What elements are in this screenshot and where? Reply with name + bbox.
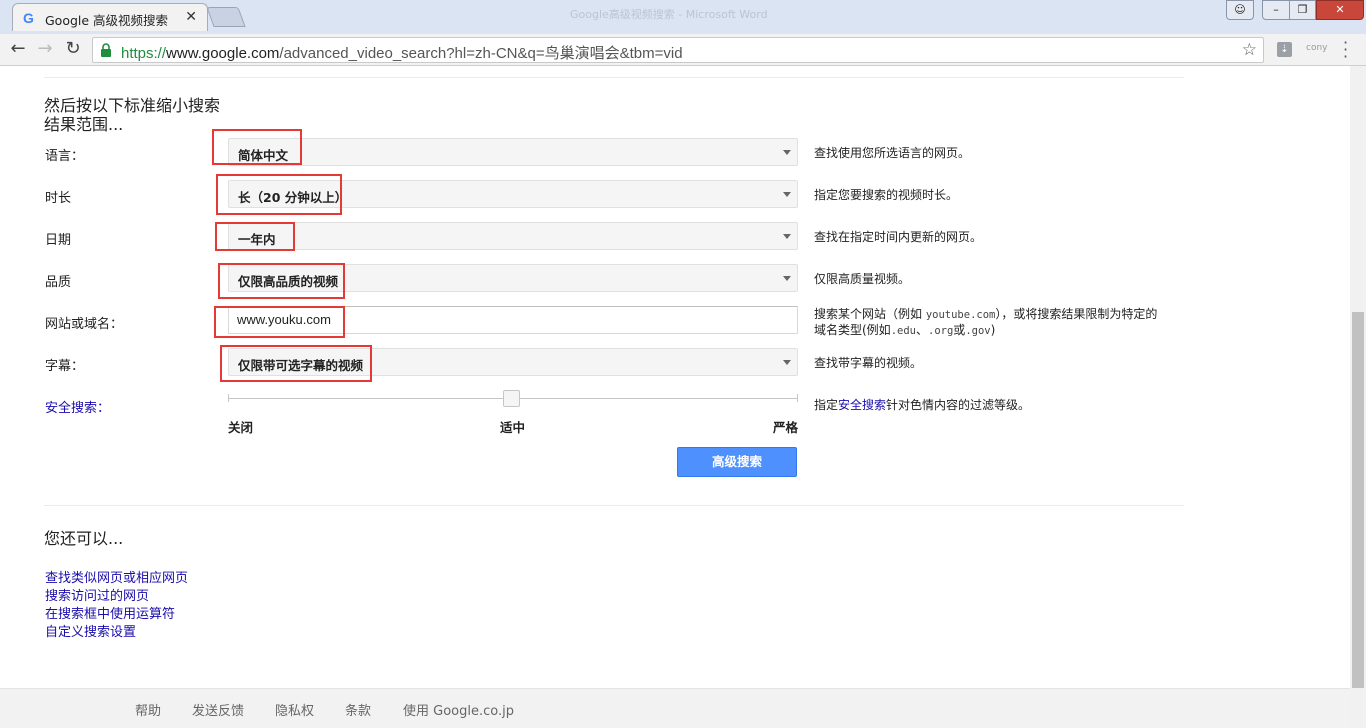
user-icon[interactable]: ☺ bbox=[1226, 0, 1254, 20]
highlight-box bbox=[215, 222, 295, 251]
highlight-box bbox=[218, 263, 345, 299]
slider-tick bbox=[228, 394, 229, 402]
dropdown-arrow-icon bbox=[783, 150, 791, 155]
safesearch-hint: 指定安全搜索针对色情内容的过滤等级。 bbox=[814, 398, 1031, 412]
safesearch-strict-label[interactable]: 严格 bbox=[773, 417, 798, 436]
browser-titlebar: G Google 高级视频搜索 ✕ Google高级视频搜索 - Microso… bbox=[0, 0, 1366, 34]
dropdown-arrow-icon bbox=[783, 234, 791, 239]
footer-link-google-jp[interactable]: 使用 Google.co.jp bbox=[403, 700, 514, 719]
menu-dots-icon[interactable]: · · · bbox=[1343, 35, 1348, 65]
extension-cony-icon[interactable]: cony bbox=[1306, 43, 1328, 53]
url-text: https://www.google.com/advanced_video_se… bbox=[121, 45, 683, 62]
advanced-search-button[interactable]: 高级搜索 bbox=[677, 447, 797, 477]
date-select[interactable]: 一年内 bbox=[228, 222, 798, 250]
more-heading: 您还可以... bbox=[44, 529, 124, 548]
address-bar[interactable]: https://www.google.com/advanced_video_se… bbox=[92, 37, 1264, 63]
forward-arrow-icon[interactable]: → bbox=[34, 38, 56, 60]
highlight-box bbox=[214, 306, 345, 338]
reload-icon[interactable]: ↻ bbox=[62, 38, 84, 60]
page-footer: 帮助 发送反馈 隐私权 条款 使用 Google.co.jp bbox=[0, 688, 1350, 728]
footer-link-feedback[interactable]: 发送反馈 bbox=[192, 700, 244, 719]
scrollbar-thumb[interactable] bbox=[1352, 312, 1364, 688]
highlight-box bbox=[212, 129, 302, 165]
duration-hint: 指定您要搜索的视频时长。 bbox=[814, 188, 959, 202]
footer-link-help[interactable]: 帮助 bbox=[135, 700, 161, 719]
footer-link-terms[interactable]: 条款 bbox=[345, 700, 371, 719]
slider-tick bbox=[797, 394, 798, 402]
language-hint: 查找使用您所选语言的网页。 bbox=[814, 146, 971, 160]
safesearch-moderate-label[interactable]: 适中 bbox=[500, 417, 525, 436]
site-label: 网站或域名： bbox=[45, 317, 124, 332]
date-hint: 查找在指定时间内更新的网页。 bbox=[814, 230, 983, 244]
more-link-visited[interactable]: 搜索访问过的网页 bbox=[45, 585, 149, 604]
subtitles-hint: 查找带字幕的视频。 bbox=[814, 356, 923, 370]
highlight-box bbox=[220, 345, 372, 382]
dropdown-arrow-icon bbox=[783, 360, 791, 365]
duration-label: 时长 bbox=[45, 191, 72, 206]
bookmark-star-icon[interactable]: ☆ bbox=[1242, 40, 1257, 60]
titlebar-ghost-text: Google高级视频搜索 - Microsoft Word bbox=[570, 8, 768, 21]
minimize-button[interactable]: – bbox=[1262, 0, 1290, 20]
browser-toolbar: ← → ↻ https://www.google.com/advanced_vi… bbox=[0, 34, 1366, 66]
more-link-operators[interactable]: 在搜索框中使用运算符 bbox=[45, 603, 175, 622]
more-link-similar[interactable]: 查找类似网页或相应网页 bbox=[45, 567, 188, 586]
highlight-box bbox=[216, 174, 342, 215]
divider bbox=[44, 505, 1184, 506]
divider bbox=[44, 77, 1184, 78]
subtitles-label: 字幕： bbox=[45, 359, 85, 374]
safesearch-hint-link[interactable]: 安全搜索 bbox=[838, 398, 886, 412]
back-arrow-icon[interactable]: ← bbox=[7, 38, 29, 60]
date-label: 日期 bbox=[45, 233, 72, 248]
close-window-button[interactable]: ✕ bbox=[1316, 0, 1364, 20]
language-select[interactable]: 简体中文 bbox=[228, 138, 798, 166]
browser-tab[interactable]: G Google 高级视频搜索 ✕ bbox=[12, 3, 208, 31]
extension-download-icon[interactable]: ⇣ bbox=[1277, 42, 1292, 57]
narrow-heading: 然后按以下标准缩小搜索 结果范围... bbox=[44, 96, 221, 134]
lock-icon bbox=[101, 43, 111, 57]
dropdown-arrow-icon bbox=[783, 192, 791, 197]
more-link-settings[interactable]: 自定义搜索设置 bbox=[45, 621, 136, 640]
site-hint: 搜索某个网站（例如 youtube.com），或将搜索结果限制为特定的 域名类型… bbox=[814, 307, 1158, 337]
safesearch-slider-thumb[interactable] bbox=[503, 390, 520, 407]
dropdown-arrow-icon bbox=[783, 276, 791, 281]
new-tab-button[interactable] bbox=[206, 7, 246, 27]
footer-link-privacy[interactable]: 隐私权 bbox=[275, 700, 314, 719]
quality-hint: 仅限高质量视频。 bbox=[814, 272, 911, 286]
language-label: 语言： bbox=[45, 149, 85, 164]
maximize-button[interactable]: ❐ bbox=[1289, 0, 1316, 20]
quality-label: 品质 bbox=[45, 275, 72, 290]
safesearch-label-link[interactable]: 安全搜索： bbox=[45, 397, 110, 416]
tab-title: Google 高级视频搜索 bbox=[45, 13, 169, 28]
google-favicon-icon: G bbox=[23, 10, 34, 26]
close-tab-icon[interactable]: ✕ bbox=[185, 9, 197, 25]
safesearch-off-label[interactable]: 关闭 bbox=[228, 417, 253, 436]
